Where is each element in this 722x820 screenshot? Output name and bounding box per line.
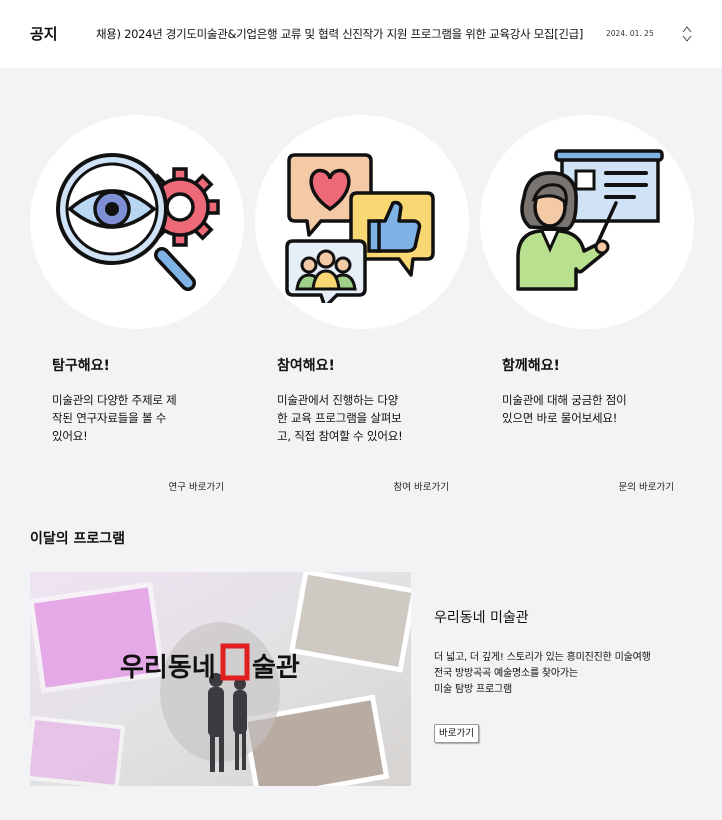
- chevron-up-icon: [682, 26, 692, 33]
- feature-card-research: 탐구해요! 미술관의 다양한 주제로 제 작된 연구자료들을 볼 수 있어요! …: [30, 115, 244, 493]
- card-icon-circle: [480, 115, 694, 329]
- card-description: 미술관에서 진행하는 다양 한 교육 프로그램을 살펴보 고, 직접 참여할 수…: [277, 393, 403, 443]
- magnifier-gear-icon: [56, 153, 220, 291]
- card-title: 탐구해요!: [52, 358, 110, 374]
- program-title[interactable]: 우리동네 미술관: [434, 607, 529, 627]
- research-link[interactable]: 연구 바로가기: [169, 479, 224, 493]
- card-title: 함께해요!: [502, 358, 560, 374]
- poster-title-left: 우리동네: [120, 653, 216, 683]
- chevron-down-icon: [682, 35, 692, 42]
- participate-link[interactable]: 참여 바로가기: [394, 479, 449, 493]
- program-description: 더 넓고, 더 깊게! 스토리가 있는 흥미진진한 미술여행 전국 방방곡곡 예…: [434, 652, 651, 695]
- contact-link[interactable]: 문의 바로가기: [619, 479, 674, 493]
- teacher-board-icon: [516, 149, 664, 291]
- feature-card-participate: 참여해요! 미술관에서 진행하는 다양 한 교육 프로그램을 살펴보 고, 직접…: [255, 115, 469, 493]
- feedback-bubbles-icon: [285, 153, 435, 303]
- card-description: 미술관의 다양한 주제로 제 작된 연구자료들을 볼 수 있어요!: [52, 393, 177, 443]
- poster-title-right: 술관: [252, 653, 300, 683]
- card-title: 참여해요!: [277, 358, 335, 374]
- card-description: 미술관에 대해 궁금한 점이 있으면 바로 물어보세요!: [502, 393, 627, 425]
- program-poster: 우리동네 술관: [30, 572, 411, 786]
- notice-bar: 공지 채용) 2024년 경기도미술관&기업은행 교류 및 협력 신진작가 지원…: [0, 0, 722, 68]
- notice-date: 2024. 01. 25: [606, 29, 654, 38]
- notice-label: 공지: [30, 25, 58, 43]
- feature-card-contact: 함께해요! 미술관에 대해 궁금한 점이 있으면 바로 물어보세요! 문의 바로…: [480, 115, 694, 493]
- card-icon-circle: [30, 115, 244, 329]
- section-title: 이달의 프로그램: [30, 531, 126, 547]
- card-icon-circle: [255, 115, 469, 329]
- notice-link[interactable]: 채용) 2024년 경기도미술관&기업은행 교류 및 협력 신진작가 지원 프로…: [96, 26, 583, 42]
- go-to-program-button[interactable]: 바로가기: [434, 724, 479, 743]
- program-image[interactable]: 우리동네 술관: [30, 572, 411, 786]
- notice-arrows[interactable]: [680, 24, 694, 44]
